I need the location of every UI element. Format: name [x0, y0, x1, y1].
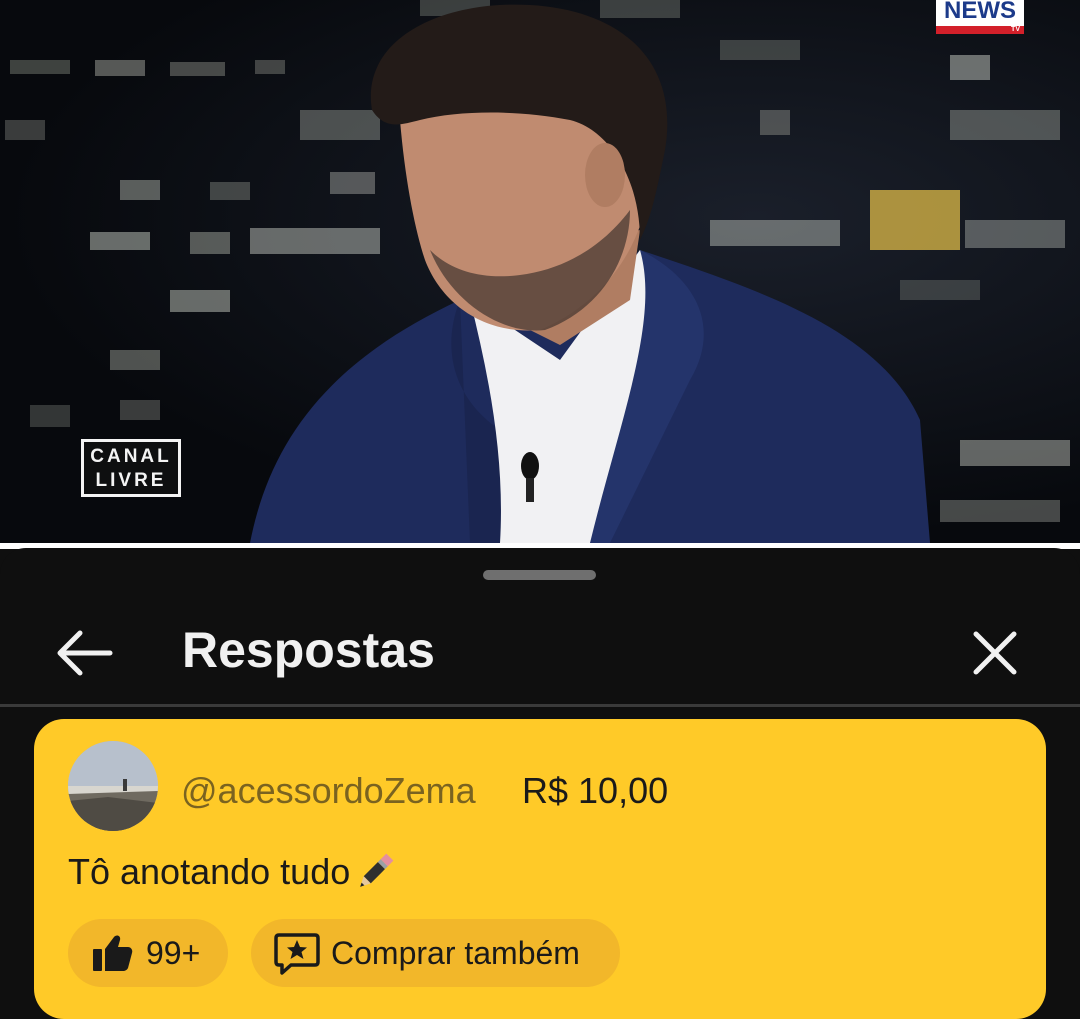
replies-sheet: Respostas @acessordoZema R$ 10,00 Tô ano…: [0, 548, 1080, 1019]
arrow-left-icon: [57, 630, 113, 676]
news-channel-logo: NEWS TV: [936, 0, 1024, 34]
username[interactable]: @acessordoZema: [181, 769, 476, 813]
message-body: Tô anotando tudo: [68, 851, 351, 892]
close-button[interactable]: [960, 618, 1030, 688]
pencil-icon: [360, 853, 394, 887]
avatar-image: [68, 741, 158, 831]
buy-too-button[interactable]: Comprar também: [251, 919, 620, 987]
sheet-header: Respostas: [0, 604, 1080, 704]
super-chat-amount: R$ 10,00: [522, 770, 669, 811]
header-divider: [0, 704, 1080, 707]
drag-handle[interactable]: [483, 570, 596, 580]
like-button[interactable]: 99+: [68, 919, 228, 987]
program-logo: CANAL LIVRE: [81, 439, 181, 497]
super-chat-card: @acessordoZema R$ 10,00 Tô anotando tudo…: [34, 719, 1046, 1019]
thumbs-up-icon: [93, 935, 133, 971]
back-button[interactable]: [50, 618, 120, 688]
video-player[interactable]: NEWS TV CANAL LIVRE: [0, 0, 1080, 543]
buy-too-label: Comprar também: [331, 935, 580, 971]
close-icon: [973, 631, 1017, 675]
news-logo-sub: TV: [1011, 26, 1020, 33]
program-logo-line1: CANAL: [90, 446, 172, 467]
program-logo-line2: LIVRE: [95, 470, 167, 491]
sheet-title: Respostas: [182, 622, 435, 678]
like-count: 99+: [146, 935, 201, 971]
avatar[interactable]: [68, 741, 158, 831]
message-text: Tô anotando tudo: [68, 849, 398, 895]
super-chat-star-icon: [274, 933, 320, 975]
news-logo-text: NEWS: [944, 0, 1016, 24]
